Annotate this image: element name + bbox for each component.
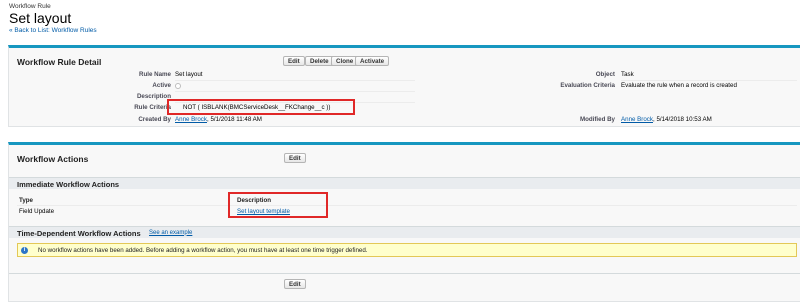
modified-by-label: Modified By — [579, 116, 615, 123]
evaluation-criteria-label: Evaluation Criteria — [560, 82, 615, 89]
time-dependent-actions-title: Time-Dependent Workflow Actions — [17, 228, 141, 238]
divider — [175, 91, 415, 92]
back-to-list-link[interactable]: « Back to List: Workflow Rules — [9, 27, 97, 34]
no-actions-info-message: i No workflow actions have been added. B… — [17, 243, 797, 257]
created-by-value: Anne Brock, 5/1/2018 11:48 AM — [175, 116, 262, 123]
object-value: Task — [621, 71, 634, 78]
bottom-edit-button[interactable]: Edit — [284, 279, 306, 289]
detail-section-title: Workflow Rule Detail — [17, 57, 102, 67]
active-label: Active — [152, 82, 171, 89]
rule-name-label: Rule Name — [139, 71, 171, 78]
description-highlight — [228, 192, 328, 218]
modified-by-date: , 5/14/2018 10:53 AM — [653, 116, 712, 123]
info-icon: i — [21, 247, 28, 254]
workflow-rule-detail-panel: Workflow Rule Detail Edit Delete Clone A… — [8, 45, 800, 127]
evaluation-criteria-value: Evaluate the rule when a record is creat… — [621, 82, 737, 89]
created-by-label: Created By — [138, 116, 171, 123]
divider — [17, 205, 797, 206]
created-by-date: , 5/1/2018 11:48 AM — [207, 116, 262, 123]
created-by-user-link[interactable]: Anne Brock — [175, 116, 207, 123]
divider — [175, 80, 415, 81]
activate-button[interactable]: Activate — [355, 56, 390, 66]
object-label: Object — [595, 71, 615, 78]
rule-name-value: Set layout — [175, 71, 203, 78]
actions-edit-button[interactable]: Edit — [284, 153, 306, 163]
divider — [9, 273, 800, 274]
rule-criteria-label: Rule Criteria — [134, 104, 171, 111]
active-checkbox — [175, 83, 181, 89]
modified-by-value: Anne Brock, 5/14/2018 10:53 AM — [621, 116, 712, 123]
divider — [621, 80, 797, 81]
immediate-actions-header: Immediate Workflow Actions — [9, 177, 800, 189]
description-label: Description — [136, 93, 171, 100]
object-type-label: Workflow Rule — [9, 3, 51, 10]
immediate-actions-title: Immediate Workflow Actions — [17, 179, 120, 189]
rule-criteria-highlight — [167, 99, 355, 115]
page-title: Set layout — [9, 10, 72, 26]
modified-by-user-link[interactable]: Anne Brock — [621, 116, 653, 123]
actions-section-title: Workflow Actions — [17, 154, 89, 164]
page-header: Workflow Rule Set layout « Back to List:… — [9, 3, 97, 34]
workflow-actions-panel: Workflow Actions Edit Immediate Workflow… — [8, 142, 800, 302]
delete-button[interactable]: Delete — [305, 56, 334, 66]
type-column-header: Type — [19, 197, 33, 204]
info-message-text: No workflow actions have been added. Bef… — [38, 247, 368, 254]
time-dependent-actions-header: Time-Dependent Workflow Actions See an e… — [9, 226, 800, 238]
edit-button[interactable]: Edit — [283, 56, 305, 66]
action-type-cell: Field Update — [19, 208, 55, 215]
see-an-example-link[interactable]: See an example — [149, 230, 192, 236]
